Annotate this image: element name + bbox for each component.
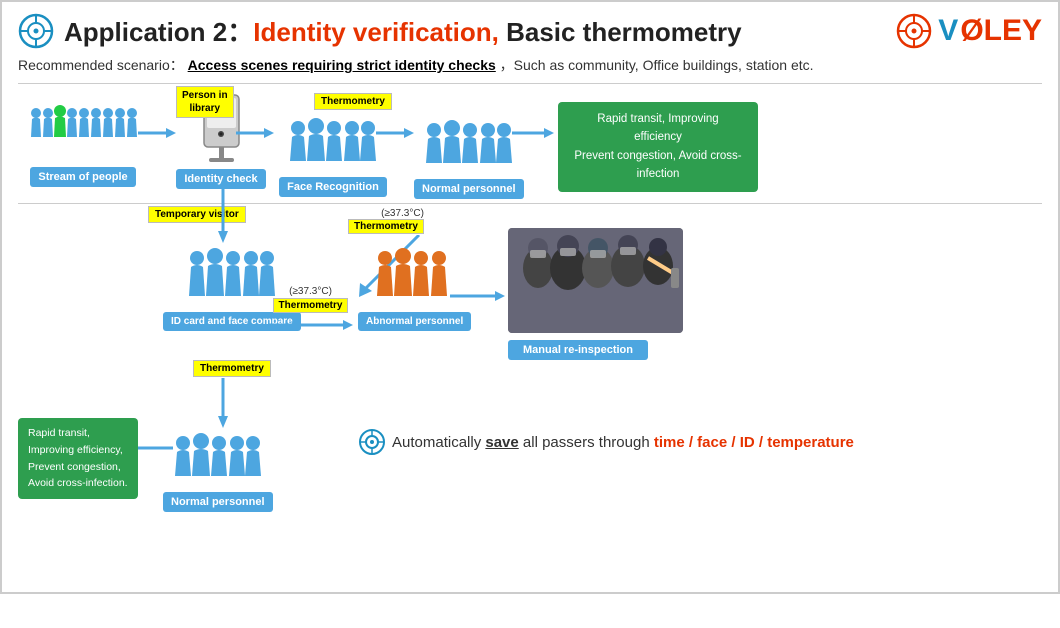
flow-normal-personnel-bottom: Normal personnel	[163, 428, 273, 512]
logo: VØLEY	[892, 13, 1042, 49]
people-group-svg-4	[173, 428, 263, 488]
photo-box	[508, 228, 683, 333]
divider	[18, 83, 1042, 84]
badge-thermometry-mid: Thermometry	[348, 219, 424, 234]
arrow-4	[512, 123, 554, 148]
arrow-right-reinspect	[450, 286, 505, 311]
badge-thermometry-low: Thermometry	[193, 360, 271, 377]
app-icon	[18, 13, 54, 49]
arrow-3	[376, 123, 414, 148]
crowd-photo-svg	[508, 228, 683, 333]
temp-threshold-1: (≥37.3°C)	[381, 208, 424, 219]
target-icon	[358, 428, 386, 456]
people-group-svg-2	[424, 115, 514, 175]
page-title: Application 2：Identity verification, Bas…	[64, 12, 742, 49]
arrow-down-2	[213, 378, 233, 433]
abnormal-people-svg	[375, 243, 455, 308]
benefit-box-top: Rapid transit, Improving efficiencyPreve…	[558, 102, 758, 192]
temp-threshold-2: (≥37.3°C)	[289, 286, 332, 297]
save-highlights: time / face / ID / temperature	[654, 434, 854, 451]
arrow-right-to-abnormal: (≥37.3°C) Thermometry	[268, 286, 353, 335]
label-manual-reinspect: Manual re-inspection	[508, 340, 648, 360]
badge-thermometry-top: Thermometry	[314, 93, 392, 110]
save-line-text: Automatically save all passers through t…	[392, 434, 854, 451]
badge-thermometry-mid-2: Thermometry	[273, 298, 349, 313]
flow-face-recognition: Thermometry	[274, 93, 392, 197]
header-left: Application 2：Identity verification, Bas…	[18, 12, 742, 49]
logo-icon	[892, 13, 936, 49]
people-queue-svg	[28, 93, 138, 163]
header: Application 2：Identity verification, Bas…	[18, 12, 1042, 49]
logo-rest: ØLEY	[960, 14, 1042, 48]
arrow-2	[236, 123, 274, 148]
badge-person-in-library: Person inlibrary	[176, 86, 234, 118]
flow-stream-of-people: Stream of people	[28, 93, 138, 187]
flow-normal-personnel: Normal personnel	[414, 93, 524, 199]
people-group-svg-3	[187, 243, 277, 308]
arrow-down-1	[213, 188, 233, 248]
mid-divider	[18, 203, 1042, 204]
benefit-box-bottom: Rapid transit, Improving efficiency, Pre…	[18, 418, 138, 499]
arrow-1	[138, 123, 176, 148]
people-group-svg-1	[288, 113, 378, 173]
main-layout: Stream of people	[18, 88, 1042, 628]
save-line-container: Automatically save all passers through t…	[358, 428, 854, 456]
logo-v: V	[938, 14, 958, 48]
scenario-bar: Recommended scenario： Access scenes requ…	[18, 55, 1042, 75]
